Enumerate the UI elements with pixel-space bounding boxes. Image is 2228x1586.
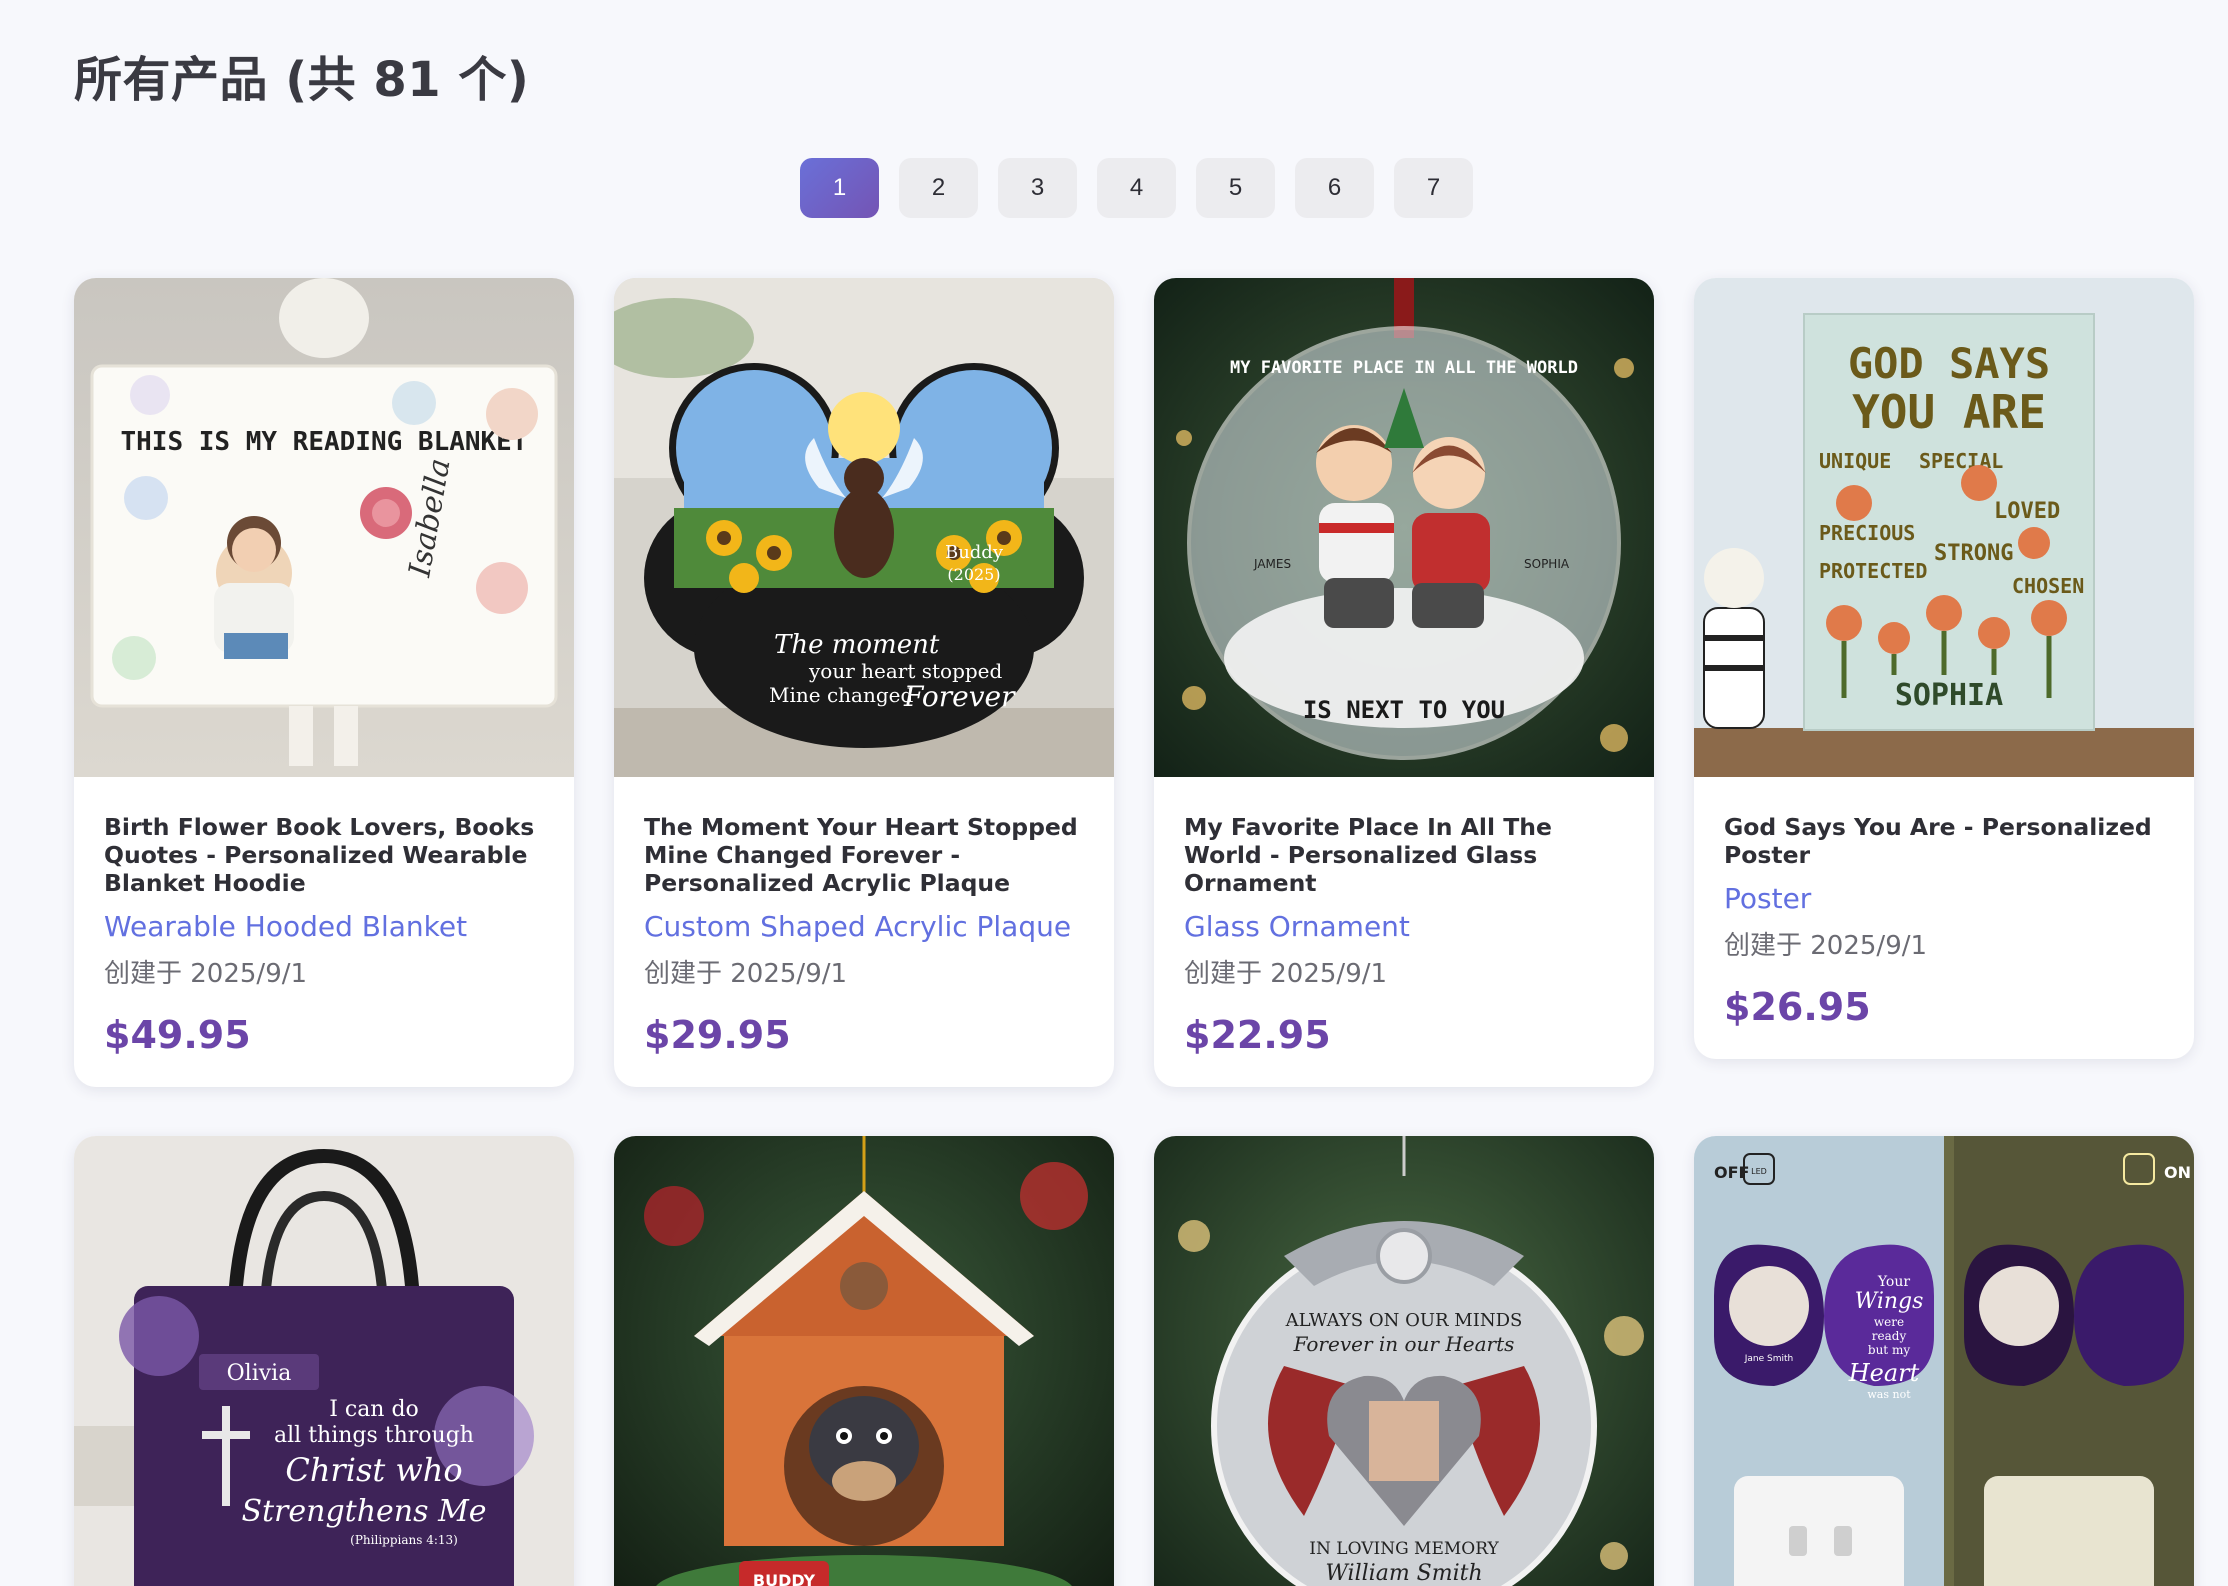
bag-line-1: I can do bbox=[329, 1397, 419, 1422]
product-card[interactable]: Buddy (2025) The moment your heart stopp… bbox=[614, 278, 1114, 1087]
ornament-pet-name: BUDDY bbox=[753, 1571, 816, 1586]
page-button-1[interactable]: 1 bbox=[800, 158, 879, 218]
product-price: $29.95 bbox=[644, 1013, 791, 1057]
memorial-title: IN LOVING MEMORY bbox=[1309, 1539, 1499, 1559]
page-button-6[interactable]: 6 bbox=[1295, 158, 1374, 218]
products-page: 所有产品 (共 81 个) 1 2 3 4 5 6 7 THIS IS MY R… bbox=[0, 0, 2228, 1586]
light-line-6: Heart bbox=[1848, 1359, 1920, 1387]
product-title[interactable]: Birth Flower Book Lovers, Books Quotes -… bbox=[104, 813, 544, 897]
memorial-line-2: Forever in our Hearts bbox=[1293, 1332, 1515, 1356]
product-created-date: 创建于 2025/9/1 bbox=[1184, 959, 1388, 989]
bag-verse: (Philippians 4:13) bbox=[350, 1533, 458, 1547]
poster-word: PRECIOUS bbox=[1819, 521, 1915, 545]
plaque-line-4: Forever bbox=[903, 680, 1016, 713]
product-image[interactable]: ALWAYS ON OUR MINDS Forever in our Heart… bbox=[1154, 1136, 1654, 1586]
poster-word: LOVED bbox=[1994, 499, 2060, 524]
memorial-name: William Smith bbox=[1325, 1561, 1482, 1586]
page-button-3[interactable]: 3 bbox=[998, 158, 1077, 218]
product-title[interactable]: The Moment Your Heart Stopped Mine Chang… bbox=[644, 813, 1084, 897]
product-info: My Favorite Place In All The World - Per… bbox=[1154, 777, 1654, 1087]
bag-line-4: Strengthens Me bbox=[241, 1494, 486, 1529]
product-card[interactable]: JAMES SOPHIA MY FAVORITE PLACE IN ALL TH… bbox=[1154, 278, 1654, 1087]
bag-line-3: Christ who bbox=[285, 1451, 462, 1489]
page-button-7[interactable]: 7 bbox=[1394, 158, 1473, 218]
ornament-name-right: SOPHIA bbox=[1524, 557, 1570, 571]
product-card[interactable]: BUDDY bbox=[614, 1136, 1114, 1586]
product-category-link[interactable]: Custom Shaped Acrylic Plaque bbox=[644, 909, 1084, 945]
product-category-link[interactable]: Poster bbox=[1724, 881, 2164, 917]
product-card[interactable]: Olivia I can do all things through Chris… bbox=[74, 1136, 574, 1586]
light-line-2: Wings bbox=[1855, 1289, 1924, 1314]
poster-headline-1: GOD SAYS bbox=[1848, 339, 2050, 388]
product-price: $22.95 bbox=[1184, 1013, 1331, 1057]
product-image[interactable]: BUDDY bbox=[614, 1136, 1114, 1586]
product-info: Birth Flower Book Lovers, Books Quotes -… bbox=[74, 777, 574, 1087]
product-price: $49.95 bbox=[104, 1013, 251, 1057]
product-title[interactable]: My Favorite Place In All The World - Per… bbox=[1184, 813, 1624, 897]
product-info: The Moment Your Heart Stopped Mine Chang… bbox=[614, 777, 1114, 1087]
product-card[interactable]: OFF LED ON Your Wings were ready but my … bbox=[1694, 1136, 2194, 1586]
ornament-name-left: JAMES bbox=[1253, 557, 1291, 571]
product-image[interactable]: THIS IS MY READING BLANKET Isabella bbox=[74, 278, 574, 777]
poster-word: PROTECTED bbox=[1819, 559, 1927, 583]
light-line-4: ready bbox=[1872, 1329, 1907, 1343]
product-image[interactable]: OFF LED ON Your Wings were ready but my … bbox=[1694, 1136, 2194, 1586]
ornament-arc-bottom: IS NEXT TO YOU bbox=[1303, 696, 1505, 724]
on-label: ON bbox=[2164, 1163, 2191, 1182]
product-category-link[interactable]: Glass Ornament bbox=[1184, 909, 1624, 945]
product-info: God Says You Are - Personalized Poster P… bbox=[1694, 777, 2194, 1059]
light-line-7: was not bbox=[1867, 1388, 1911, 1401]
product-created-date: 创建于 2025/9/1 bbox=[104, 959, 308, 989]
product-image[interactable]: Olivia I can do all things through Chris… bbox=[74, 1136, 574, 1586]
light-line-1: Your bbox=[1877, 1274, 1910, 1290]
light-person-name: Jane Smith bbox=[1744, 1354, 1794, 1364]
product-card[interactable]: GOD SAYS YOU ARE UNIQUE SPECIAL LOVED PR… bbox=[1694, 278, 2194, 1059]
light-line-5: but my bbox=[1868, 1343, 1910, 1357]
product-image[interactable]: GOD SAYS YOU ARE UNIQUE SPECIAL LOVED PR… bbox=[1694, 278, 2194, 777]
product-card[interactable]: ALWAYS ON OUR MINDS Forever in our Heart… bbox=[1154, 1136, 1654, 1586]
product-created-date: 创建于 2025/9/1 bbox=[1724, 931, 1928, 961]
product-card[interactable]: THIS IS MY READING BLANKET Isabella Birt… bbox=[74, 278, 574, 1087]
product-image[interactable]: JAMES SOPHIA MY FAVORITE PLACE IN ALL TH… bbox=[1154, 278, 1654, 777]
product-price: $26.95 bbox=[1724, 985, 1871, 1029]
plaque-line-3: Mine changed bbox=[769, 683, 913, 707]
led-label: LED bbox=[1751, 1167, 1767, 1176]
plaque-line-1: The moment bbox=[774, 630, 940, 660]
ornament-arc-top: MY FAVORITE PLACE IN ALL THE WORLD bbox=[1230, 358, 1578, 378]
page-button-4[interactable]: 4 bbox=[1097, 158, 1176, 218]
page-title: 所有产品 (共 81 个) bbox=[74, 52, 530, 108]
product-image[interactable]: Buddy (2025) The moment your heart stopp… bbox=[614, 278, 1114, 777]
poster-name: SOPHIA bbox=[1895, 678, 2003, 713]
memorial-line-1: ALWAYS ON OUR MINDS bbox=[1285, 1310, 1523, 1331]
plaque-year: (2025) bbox=[947, 565, 1000, 584]
bag-name: Olivia bbox=[227, 1361, 292, 1386]
poster-word: STRONG bbox=[1934, 541, 2013, 566]
product-created-date: 创建于 2025/9/1 bbox=[644, 959, 848, 989]
pagination: 1 2 3 4 5 6 7 bbox=[800, 158, 1473, 218]
poster-headline-2: YOU ARE bbox=[1852, 385, 2046, 439]
blanket-headline: THIS IS MY READING BLANKET bbox=[121, 427, 528, 457]
page-button-5[interactable]: 5 bbox=[1196, 158, 1275, 218]
poster-word: UNIQUE bbox=[1819, 449, 1891, 473]
poster-word: CHOSEN bbox=[2012, 574, 2084, 598]
light-line-3: were bbox=[1874, 1315, 1904, 1329]
page-button-2[interactable]: 2 bbox=[899, 158, 978, 218]
product-category-link[interactable]: Wearable Hooded Blanket bbox=[104, 909, 544, 945]
bag-line-2: all things through bbox=[274, 1423, 474, 1448]
product-title[interactable]: God Says You Are - Personalized Poster bbox=[1724, 813, 2164, 869]
plaque-pet-name: Buddy bbox=[945, 542, 1004, 563]
